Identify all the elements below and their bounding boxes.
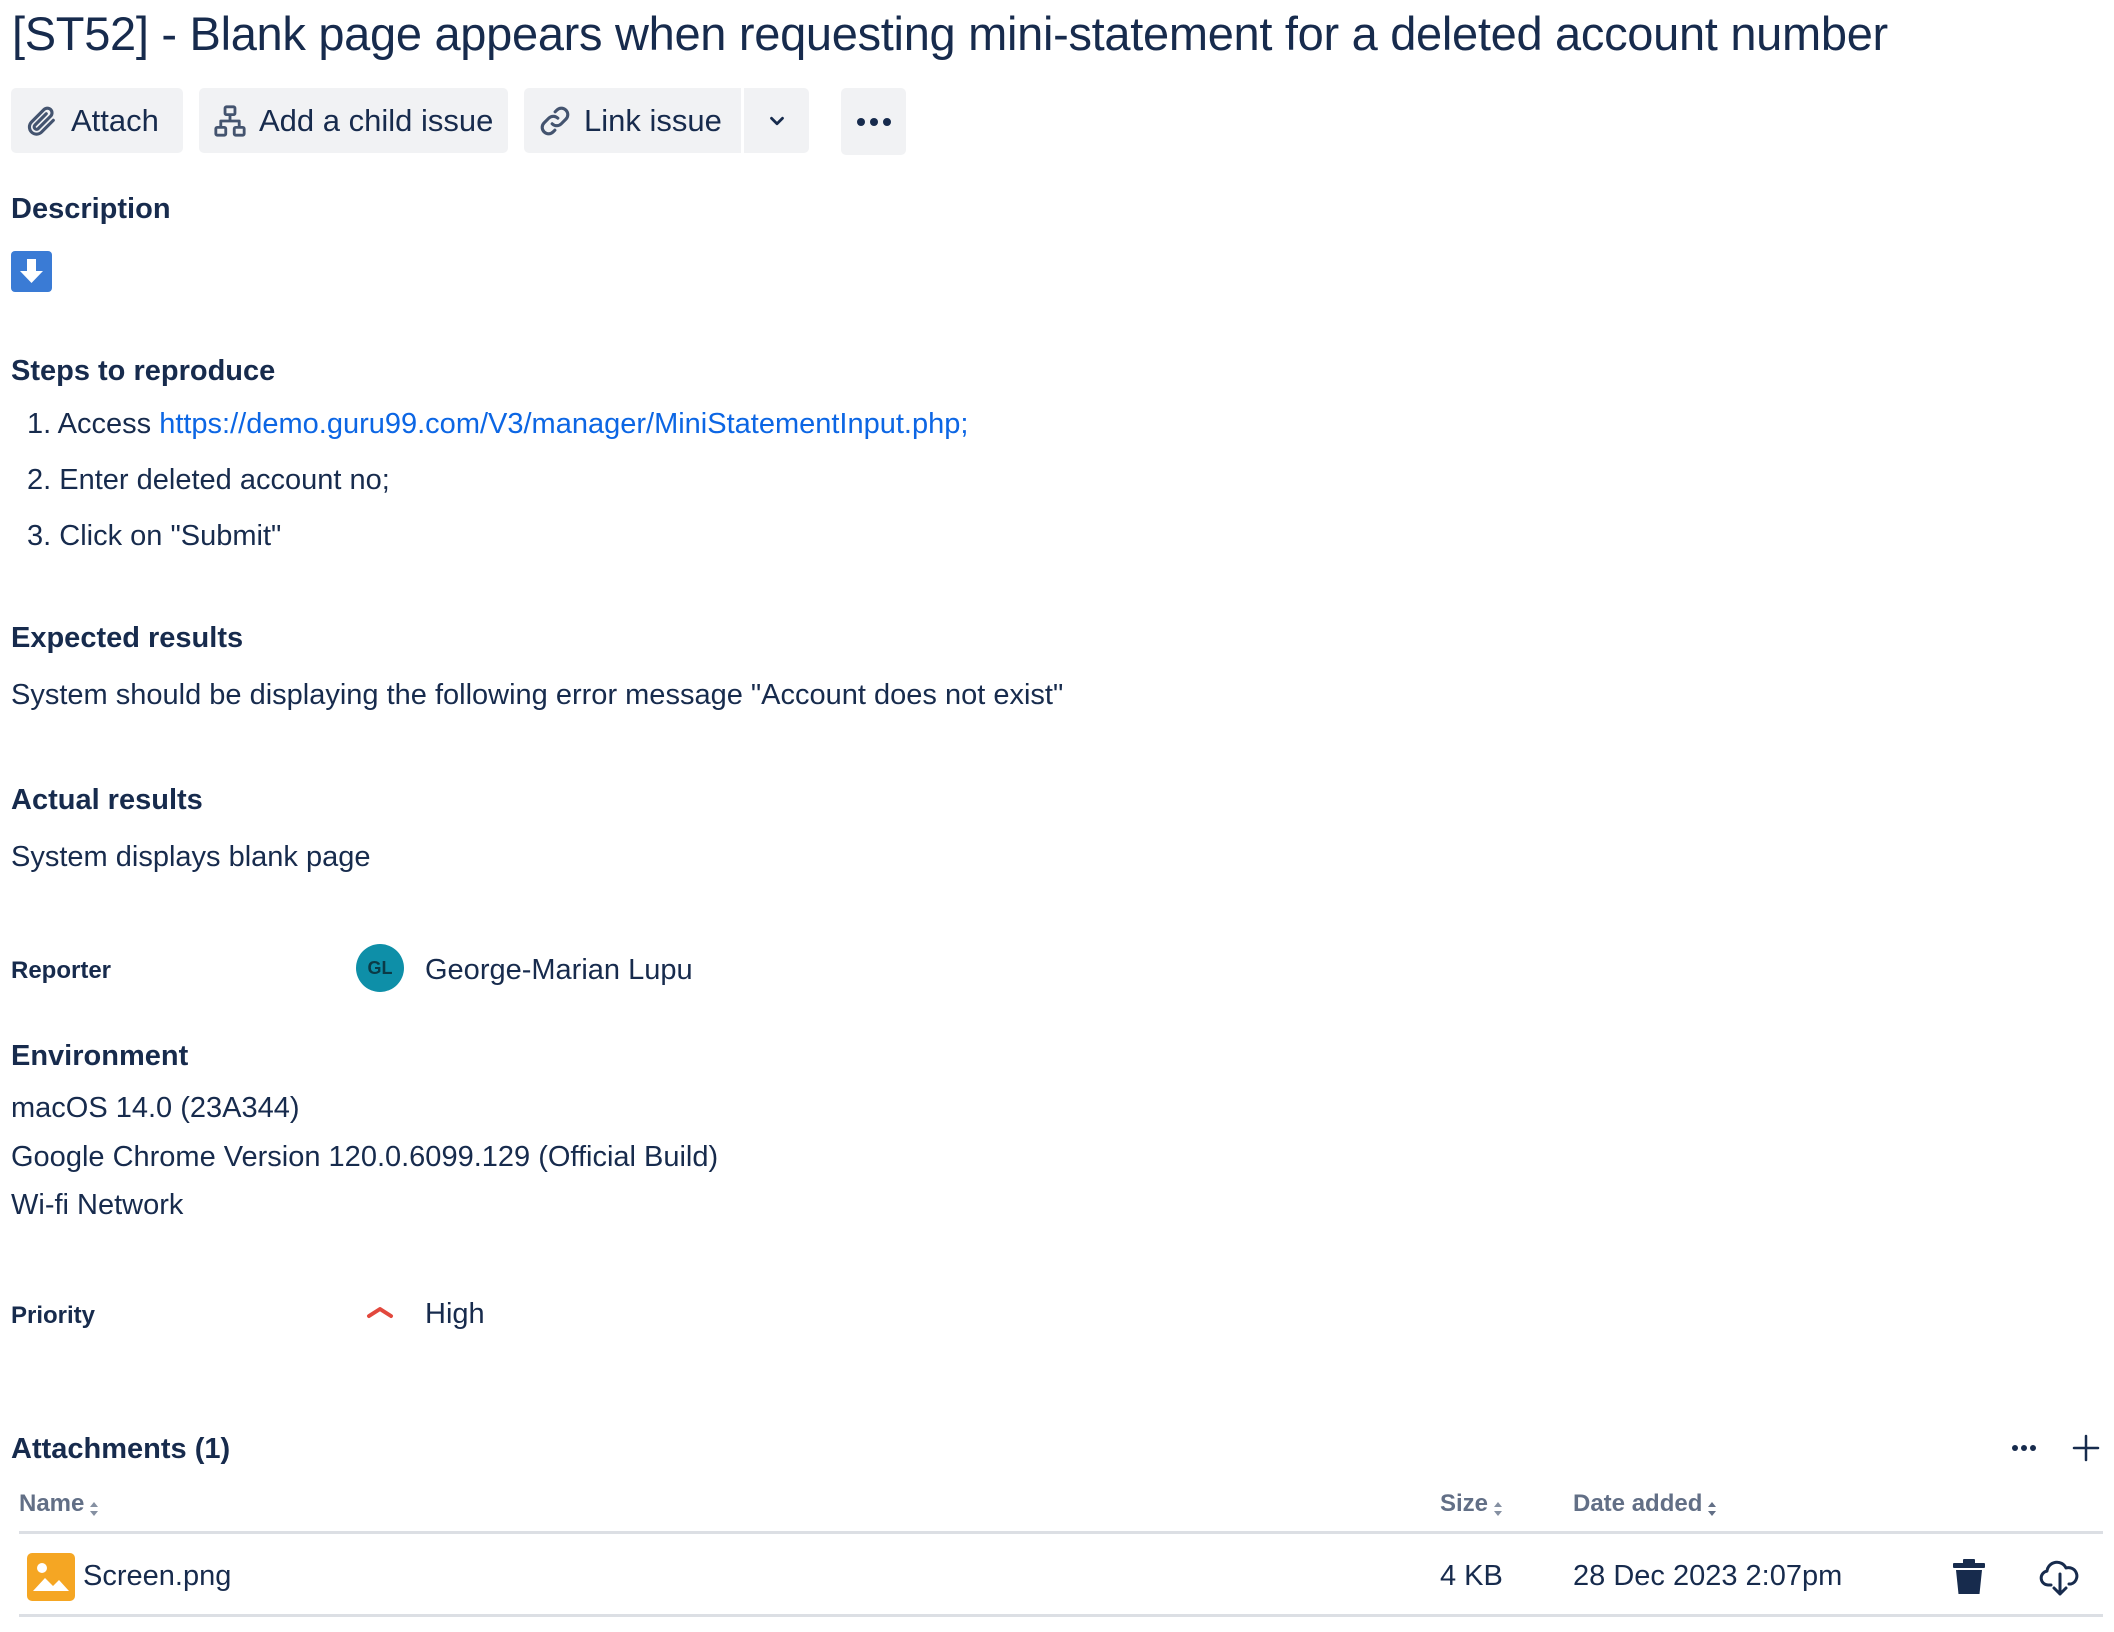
column-header-size[interactable]: Size bbox=[1440, 1490, 1503, 1518]
link-issue-dropdown-button[interactable] bbox=[744, 88, 809, 153]
list-item: 1. Access https://demo.guru99.com/V3/man… bbox=[27, 408, 969, 440]
list-item: 2. Enter deleted account no; bbox=[27, 464, 390, 496]
actual-heading: Actual results bbox=[11, 784, 203, 816]
column-header-name[interactable]: Name bbox=[19, 1490, 99, 1518]
attach-button[interactable]: Attach bbox=[11, 88, 183, 153]
actual-text: System displays blank page bbox=[11, 841, 371, 873]
priority-value[interactable]: High bbox=[425, 1298, 485, 1331]
expected-heading: Expected results bbox=[11, 622, 244, 654]
add-child-label: Add a child issue bbox=[259, 102, 494, 138]
attachments-more-button[interactable] bbox=[2008, 1432, 2040, 1469]
add-attachment-button[interactable] bbox=[2070, 1432, 2102, 1469]
more-icon bbox=[854, 116, 894, 128]
cloud-download-icon bbox=[2039, 1560, 2081, 1601]
steps-heading: Steps to reproduce bbox=[11, 355, 276, 387]
paperclip-icon bbox=[25, 104, 59, 138]
trash-icon bbox=[1952, 1559, 1986, 1600]
priority-label: Priority bbox=[11, 1302, 96, 1329]
hierarchy-icon bbox=[213, 104, 247, 138]
sort-icon bbox=[1707, 1496, 1717, 1516]
sort-icon bbox=[89, 1496, 99, 1516]
more-actions-button[interactable] bbox=[841, 88, 906, 155]
environment-line: macOS 14.0 (23A344) bbox=[11, 1092, 300, 1124]
delete-attachment-button[interactable] bbox=[1952, 1558, 1986, 1601]
link-issue-button[interactable]: Link issue bbox=[524, 88, 741, 153]
attachments-heading: Attachments (1) bbox=[11, 1433, 231, 1465]
column-header-date-added[interactable]: Date added bbox=[1573, 1490, 1717, 1518]
link-icon bbox=[538, 104, 572, 138]
attachment-date: 28 Dec 2023 2:07pm bbox=[1573, 1560, 1843, 1592]
description-heading: Description bbox=[11, 193, 171, 225]
image-file-icon bbox=[27, 1553, 75, 1606]
chevron-down-icon bbox=[766, 110, 788, 132]
reporter-label: Reporter bbox=[11, 957, 112, 984]
environment-line: Google Chrome Version 120.0.6099.129 (Of… bbox=[11, 1141, 719, 1173]
link-issue-label: Link issue bbox=[584, 102, 722, 138]
attach-label: Attach bbox=[71, 102, 159, 138]
environment-heading: Environment bbox=[11, 1040, 189, 1072]
attachment-name[interactable]: Screen.png bbox=[83, 1560, 231, 1593]
attachment-size: 4 KB bbox=[1440, 1560, 1503, 1592]
expected-text: System should be displaying the followin… bbox=[11, 679, 1064, 711]
environment-line: Wi-fi Network bbox=[11, 1189, 184, 1221]
avatar[interactable]: GL bbox=[356, 944, 404, 992]
plus-icon bbox=[2070, 1434, 2102, 1468]
reporter-name[interactable]: George-Marian Lupu bbox=[425, 954, 693, 987]
arrow-down-icon bbox=[11, 251, 52, 292]
table-header-divider bbox=[19, 1531, 2103, 1534]
priority-high-icon bbox=[365, 1300, 395, 1329]
list-item: 3. Click on "Submit" bbox=[27, 520, 282, 552]
download-attachment-button[interactable] bbox=[2039, 1557, 2081, 1602]
sort-icon bbox=[1493, 1496, 1503, 1516]
table-row-divider bbox=[19, 1614, 2103, 1617]
issue-title[interactable]: [ST52] - Blank page appears when request… bbox=[12, 6, 1888, 61]
guru99-link[interactable]: https://demo.guru99.com/V3/manager/MiniS… bbox=[159, 408, 968, 440]
more-icon bbox=[2008, 1445, 2040, 1468]
add-child-issue-button[interactable]: Add a child issue bbox=[199, 88, 508, 153]
